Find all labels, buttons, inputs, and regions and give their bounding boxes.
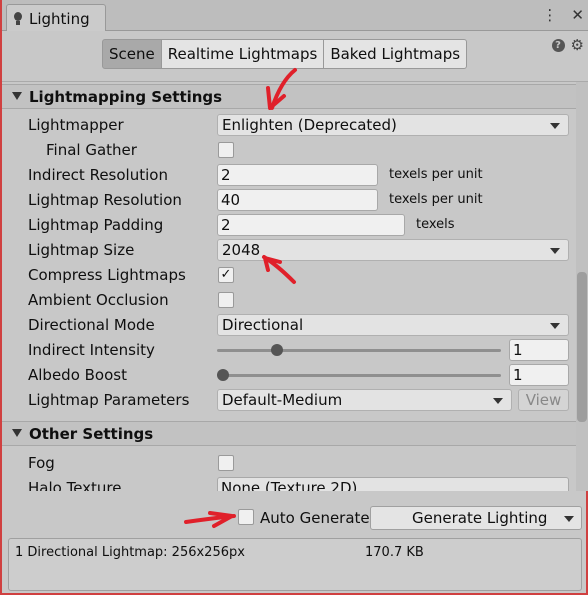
chevron-down-icon	[493, 398, 503, 404]
close-icon[interactable]: ✕	[571, 6, 584, 24]
ambient-occlusion-label: Ambient Occlusion	[28, 291, 169, 309]
generate-lighting-label: Generate Lighting	[412, 509, 548, 527]
lightmap-padding-label: Lightmap Padding	[28, 216, 164, 234]
compress-lightmaps-label: Compress Lightmaps	[28, 266, 186, 284]
lightbulb-icon	[13, 11, 23, 26]
lightmap-padding-row: Lightmap Padding 2 texels	[28, 214, 576, 236]
chevron-down-icon	[550, 123, 560, 129]
lightmap-parameters-label: Lightmap Parameters	[28, 391, 190, 409]
lightmap-parameters-dropdown[interactable]: Default-Medium	[217, 389, 512, 411]
directional-mode-row: Directional Mode Directional	[28, 314, 576, 336]
auto-generate-label: Auto Generate	[260, 509, 370, 527]
chevron-down-icon[interactable]	[564, 516, 574, 522]
foldout-arrow-icon	[12, 429, 22, 437]
lightmap-resolution-unit: texels per unit	[389, 192, 483, 207]
directional-mode-value: Directional	[222, 316, 304, 334]
final-gather-checkbox[interactable]	[218, 142, 234, 158]
indirect-resolution-unit: texels per unit	[389, 167, 483, 182]
tab-realtime-lightmaps[interactable]: Realtime Lightmaps	[160, 39, 325, 69]
lightmap-padding-unit: texels	[416, 217, 455, 232]
lightmapping-settings-title: Lightmapping Settings	[29, 88, 223, 106]
lightmap-parameters-row: Lightmap Parameters Default-Medium View	[28, 389, 576, 411]
window-tab[interactable]: Lighting	[6, 4, 106, 32]
tab-baked-lightmaps[interactable]: Baked Lightmaps	[323, 39, 468, 69]
indirect-intensity-label: Indirect Intensity	[28, 341, 155, 359]
indirect-intensity-slider-knob[interactable]	[271, 344, 284, 356]
albedo-boost-label: Albedo Boost	[28, 366, 127, 384]
lightmap-padding-field[interactable]: 2	[217, 214, 405, 236]
help-icon[interactable]: ?	[551, 39, 565, 52]
lightmap-resolution-field[interactable]: 40	[217, 189, 378, 211]
compress-lightmaps-checkbox[interactable]: ✓	[218, 267, 234, 283]
final-gather-row: Final Gather	[28, 139, 576, 161]
ambient-occlusion-checkbox[interactable]	[218, 292, 234, 308]
halo-texture-label: Halo Texture	[28, 479, 122, 491]
scrollbar-thumb[interactable]	[577, 272, 587, 422]
lightmap-size-label: Lightmap Size	[28, 241, 135, 259]
indirect-resolution-field[interactable]: 2	[217, 164, 378, 186]
fog-checkbox[interactable]	[218, 455, 234, 471]
scrollbar[interactable]	[576, 82, 588, 491]
final-gather-label: Final Gather	[46, 141, 137, 159]
lightmap-resolution-row: Lightmap Resolution 40 texels per unit	[28, 189, 576, 211]
settings-scroll-area[interactable]: Lightmapping Settings Lightmapper Enligh…	[2, 81, 588, 491]
tab-scene[interactable]: Scene	[102, 39, 162, 69]
auto-generate-checkbox[interactable]	[238, 509, 254, 525]
ambient-occlusion-row: Ambient Occlusion	[28, 289, 576, 311]
lightmap-parameters-value: Default-Medium	[222, 391, 343, 409]
bottom-bar: Auto Generate Generate Lighting	[2, 500, 588, 540]
directional-mode-dropdown[interactable]: Directional	[217, 314, 569, 336]
view-button[interactable]: View	[518, 389, 569, 411]
foldout-arrow-icon	[12, 92, 22, 100]
albedo-boost-slider[interactable]	[217, 374, 501, 377]
title-bar: Lighting ⋮ ✕	[2, 0, 588, 32]
lighting-window: Lighting ⋮ ✕ Scene Realtime Lightmaps Ba…	[0, 0, 588, 595]
albedo-boost-row: Albedo Boost 1	[28, 364, 576, 386]
halo-texture-row: Halo Texture None (Texture 2D)	[28, 477, 576, 491]
lightmap-stats-panel: 1 Directional Lightmap: 256x256px 170.7 …	[8, 538, 582, 591]
indirect-resolution-row: Indirect Resolution 2 texels per unit	[28, 164, 576, 186]
window-title: Lighting	[29, 9, 90, 28]
albedo-boost-slider-knob[interactable]	[217, 369, 229, 381]
lightmapper-dropdown[interactable]: Enlighten (Deprecated)	[217, 114, 569, 136]
lightmapper-value: Enlighten (Deprecated)	[222, 116, 397, 134]
indirect-intensity-field[interactable]: 1	[509, 339, 569, 361]
gear-icon[interactable]: ⚙	[571, 38, 584, 53]
lightmap-size-value: 2048	[222, 241, 261, 259]
albedo-boost-field[interactable]: 1	[509, 364, 569, 386]
lightmap-summary: 1 Directional Lightmap: 256x256px	[15, 545, 245, 560]
chevron-down-icon	[550, 248, 560, 254]
lightmapping-settings-header[interactable]: Lightmapping Settings	[2, 84, 576, 109]
lightmap-size-dropdown[interactable]: 2048	[217, 239, 569, 261]
indirect-intensity-slider[interactable]	[217, 349, 501, 352]
lightmapper-row: Lightmapper Enlighten (Deprecated)	[28, 114, 576, 136]
directional-mode-label: Directional Mode	[28, 316, 155, 334]
other-settings-title: Other Settings	[29, 425, 154, 443]
mode-toolbar: Scene Realtime Lightmaps Baked Lightmaps…	[2, 31, 588, 81]
indirect-resolution-label: Indirect Resolution	[28, 166, 168, 184]
chevron-down-icon	[550, 323, 560, 329]
compress-lightmaps-row: Compress Lightmaps ✓	[28, 264, 576, 286]
fog-label: Fog	[28, 454, 55, 472]
other-settings-header[interactable]: Other Settings	[2, 421, 576, 446]
kebab-menu-icon[interactable]: ⋮	[542, 6, 557, 24]
indirect-intensity-row: Indirect Intensity 1	[28, 339, 576, 361]
lightmap-size-row: Lightmap Size 2048	[28, 239, 576, 261]
lightmap-resolution-label: Lightmap Resolution	[28, 191, 182, 209]
fog-row: Fog	[28, 452, 576, 474]
halo-texture-field[interactable]: None (Texture 2D)	[217, 477, 569, 491]
generate-lighting-button[interactable]: Generate Lighting	[370, 506, 582, 530]
lightmapper-label: Lightmapper	[28, 116, 124, 134]
lightmap-size-total: 170.7 KB	[365, 545, 424, 560]
